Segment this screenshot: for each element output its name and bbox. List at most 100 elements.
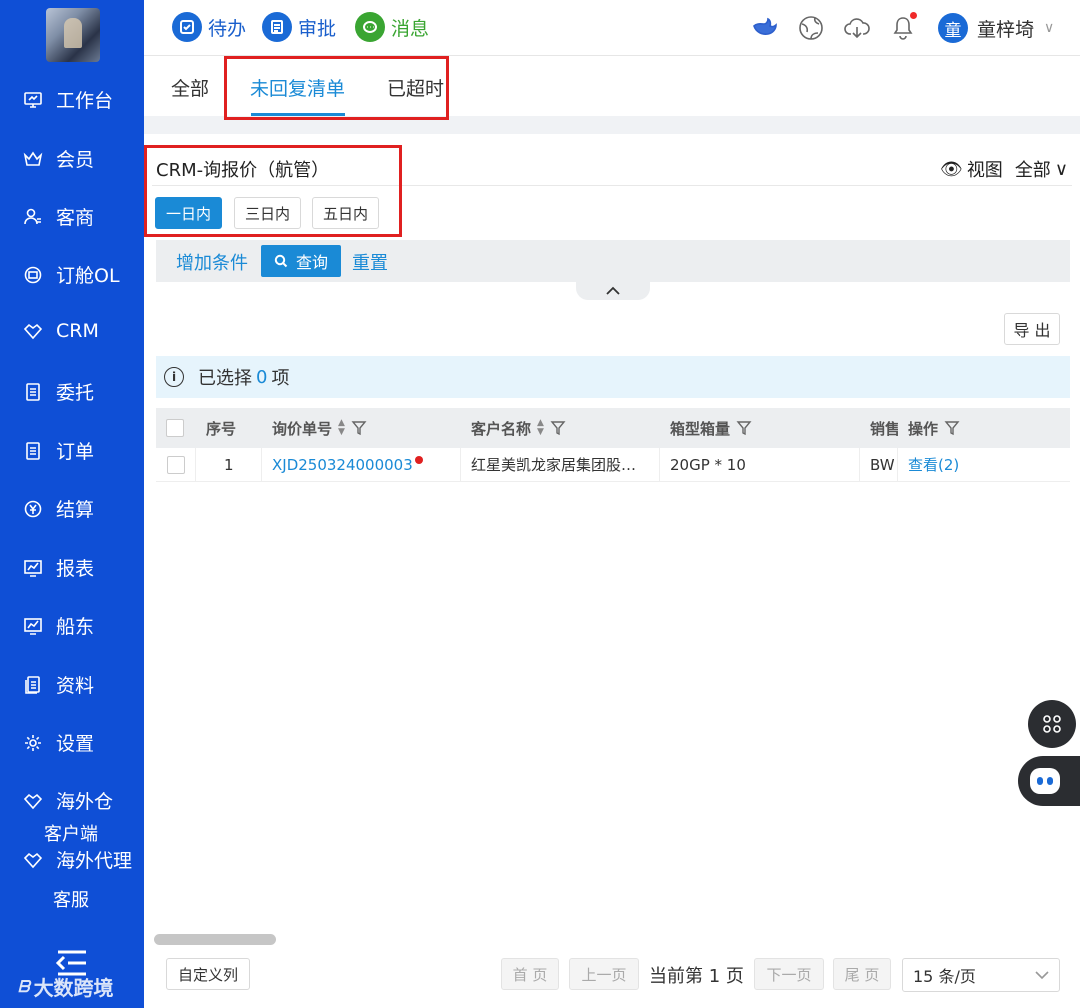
chevron-down-icon [1035, 970, 1049, 979]
sidebar-item-label: 船东 [56, 616, 95, 638]
first-page-button[interactable]: 首 页 [501, 958, 559, 990]
sort-icon[interactable]: ▲ ▼ [338, 419, 345, 437]
app-logo[interactable] [46, 8, 100, 62]
sidebar-item-report[interactable]: 报表 [22, 554, 94, 581]
column-header-inquiry-no[interactable]: 询价单号 ▲ ▼ [272, 408, 462, 448]
sidebar-item-merchant[interactable]: 客商 [22, 203, 94, 230]
agent-icon [22, 849, 44, 871]
query-button[interactable]: 查询 [261, 245, 341, 277]
selected-prefix: 已选择 [198, 368, 252, 389]
collapse-filter-toggle[interactable] [576, 282, 650, 300]
sidebar-item-label: 报表 [56, 558, 95, 580]
todo-link[interactable]: 待办 [172, 12, 246, 42]
next-page-button[interactable]: 下一页 [754, 958, 824, 990]
notification-bell-icon[interactable] [887, 12, 919, 44]
chevron-down-icon[interactable]: ∨ [1044, 20, 1054, 36]
filter-bar: 增加条件 查询 重置 [156, 240, 1070, 282]
gear-icon [22, 732, 44, 754]
select-all-checkbox[interactable] [166, 408, 186, 448]
sort-icon[interactable]: ▲ ▼ [537, 419, 544, 437]
sidebar-item-overseas-warehouse[interactable]: 海外仓 [22, 787, 113, 814]
sidebar-item-label: 海外仓 [56, 791, 114, 813]
sidebar-item-label: 结算 [56, 499, 95, 521]
view-link[interactable]: 查看(2) [908, 454, 959, 475]
page-size-value: 15 条/页 [913, 967, 976, 986]
cloud-download-icon[interactable] [841, 12, 873, 44]
sidebar: 工作台 会员 客商 订舱OL CRM 委托 订单 结算 报表 船东 资料 设置 … [0, 0, 144, 1008]
row-inquiry-no[interactable]: XJD250324000003 [262, 448, 461, 481]
document-icon [22, 381, 44, 403]
approval-label: 审批 [298, 17, 337, 40]
currency-icon [22, 498, 44, 520]
reset-button[interactable]: 重置 [352, 249, 388, 275]
sidebar-item-label: 订舱OL [56, 265, 120, 287]
user-group-icon [22, 206, 44, 228]
top-header: 待办 审批 消息 童 童梓埼 ∨ [144, 0, 1080, 56]
sidebar-item-service[interactable]: 客服 [53, 886, 89, 912]
user-name[interactable]: 童梓埼 [977, 15, 1034, 42]
message-link[interactable]: 消息 [355, 12, 429, 42]
info-icon: i [164, 367, 184, 387]
assistant-bot-button[interactable] [1018, 756, 1080, 806]
horizontal-scrollbar[interactable] [154, 934, 276, 945]
sidebar-item-label: 工作台 [56, 90, 114, 112]
chevron-down-icon: ∨ [1054, 158, 1068, 180]
handshake-icon [22, 320, 44, 342]
filter-icon[interactable] [736, 420, 752, 436]
table-row[interactable]: 1 XJD250324000003 红星美凯龙家居集团股… 20GP * 10 … [156, 448, 1070, 482]
sidebar-item-settlement[interactable]: 结算 [22, 495, 94, 522]
sidebar-item-label: 设置 [56, 733, 95, 755]
robot-icon [1030, 768, 1060, 794]
apps-fab-button[interactable] [1028, 700, 1076, 748]
page-size-select[interactable]: 15 条/页 [902, 958, 1060, 992]
notification-dot [910, 12, 917, 19]
approval-link[interactable]: 审批 [262, 12, 336, 42]
custom-columns-button[interactable]: 自定义列 [166, 958, 250, 990]
prev-page-button[interactable]: 上一页 [569, 958, 639, 990]
sidebar-item-workbench[interactable]: 工作台 [22, 86, 113, 113]
tab-all[interactable]: 全部 [171, 74, 209, 101]
view-selector[interactable]: 👁 视图 全部 ∨ [940, 156, 1068, 182]
row-customer: 红星美凯龙家居集团股… [461, 448, 660, 481]
view-label: 视图 [966, 160, 1003, 181]
sidebar-item-crm[interactable]: CRM [22, 320, 99, 342]
chevron-up-icon [606, 286, 620, 295]
selection-info-bar: i 已选择 0 项 [156, 356, 1070, 398]
add-condition-button[interactable]: 增加条件 [176, 249, 248, 275]
inquiry-no-link[interactable]: XJD250324000003 [272, 456, 413, 474]
row-action: 查看(2) [898, 448, 1070, 481]
column-header-label: 操作 [908, 419, 939, 438]
sidebar-item-booking[interactable]: 订舱OL [22, 261, 120, 288]
column-header-customer[interactable]: 客户名称 ▲ ▼ [471, 408, 661, 448]
unread-dot [414, 455, 423, 464]
last-page-button[interactable]: 尾 页 [833, 958, 891, 990]
crown-icon [22, 148, 44, 170]
search-icon [274, 254, 288, 268]
sidebar-item-order[interactable]: 订单 [22, 437, 94, 464]
sidebar-item-overseas-agent[interactable]: 海外代理 [22, 846, 132, 873]
filter-icon[interactable] [550, 420, 566, 436]
filter-icon[interactable] [351, 420, 367, 436]
column-header-action[interactable]: 操作 [908, 408, 1068, 448]
sidebar-item-data[interactable]: 资料 [22, 671, 94, 698]
sidebar-item-member[interactable]: 会员 [22, 145, 94, 172]
sidebar-item-label: 资料 [56, 675, 95, 697]
globe-icon[interactable] [795, 12, 827, 44]
column-header-container[interactable]: 箱型箱量 [670, 408, 860, 448]
todo-label: 待办 [208, 17, 247, 40]
message-icon [355, 12, 385, 42]
sidebar-item-client[interactable]: 客户端 [44, 820, 98, 846]
avatar[interactable]: 童 [938, 13, 968, 43]
sidebar-item-label: 客商 [56, 207, 95, 229]
column-header-label: 客户名称 [471, 419, 532, 438]
files-icon [22, 674, 44, 696]
row-checkbox[interactable] [156, 448, 196, 481]
filter-icon[interactable] [944, 420, 960, 436]
sidebar-item-shipowner[interactable]: 船东 [22, 612, 94, 639]
column-header-index: 序号 [206, 419, 237, 438]
sidebar-item-settings[interactable]: 设置 [22, 729, 94, 756]
main-panel: CRM-询报价（航管） 👁 视图 全部 ∨ 一日内 三日内 五日内 增加条件 查… [144, 134, 1080, 1008]
export-button[interactable]: 导 出 [1004, 313, 1060, 345]
whale-icon[interactable] [749, 12, 781, 44]
sidebar-item-entrust[interactable]: 委托 [22, 378, 94, 405]
